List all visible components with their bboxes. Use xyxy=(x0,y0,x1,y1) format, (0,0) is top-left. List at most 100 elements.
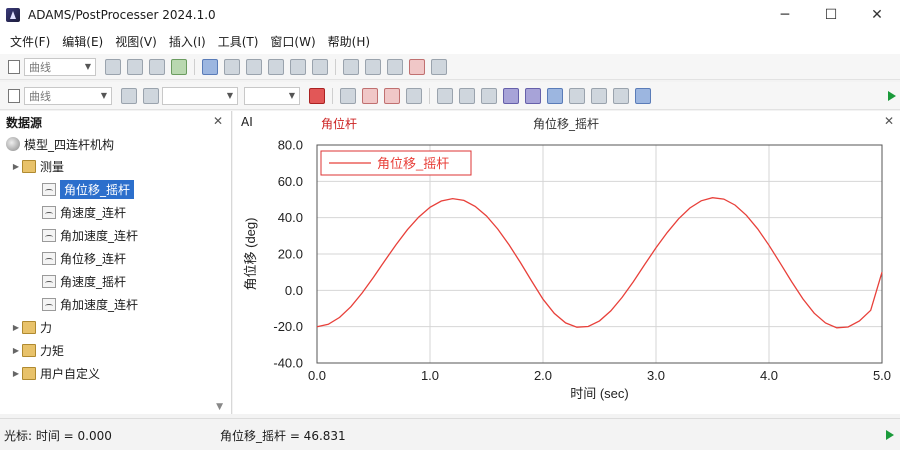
folder-icon xyxy=(22,366,36,380)
zoom-icon[interactable] xyxy=(224,58,240,75)
tree-item-label: 测量 xyxy=(40,159,65,174)
menu-help[interactable]: 帮助(H) xyxy=(322,30,376,54)
main-toolbar: 曲线 ▼ xyxy=(0,54,900,80)
tree-item-measure[interactable]: 角速度_连杆 xyxy=(42,201,126,223)
x-tick-label: 5.0 xyxy=(873,368,891,383)
x-axis-label: 时间 (sec) xyxy=(570,386,629,401)
animation-icon[interactable] xyxy=(312,58,328,75)
menu-file[interactable]: 文件(F) xyxy=(4,30,56,54)
menu-bar: 文件(F) 编辑(E) 视图(V) 插入(I) 工具(T) 窗口(W) 帮助(H… xyxy=(0,30,900,54)
tree-item-measure[interactable]: 角位移_连杆 xyxy=(42,247,126,269)
pointer-icon[interactable] xyxy=(121,87,137,104)
toolbar-combo-top-value: 曲线 xyxy=(29,60,51,74)
close-icon[interactable]: ✕ xyxy=(213,114,223,128)
toolbar-separator xyxy=(332,87,333,104)
tree-item-label: 力 xyxy=(40,320,53,335)
plot-icon[interactable] xyxy=(503,87,519,104)
brush-icon[interactable] xyxy=(409,58,425,75)
fit-icon[interactable] xyxy=(459,87,475,104)
reload-icon[interactable] xyxy=(547,87,563,104)
zoom-combo[interactable]: ▼ xyxy=(162,86,238,105)
toolbar-separator xyxy=(335,58,336,75)
clear-icon[interactable] xyxy=(384,87,400,104)
filter-icon[interactable] xyxy=(635,87,651,104)
panel-header: 数据源 ✕ xyxy=(0,111,231,133)
page-icon[interactable] xyxy=(246,58,262,75)
minimize-button[interactable]: ─ xyxy=(762,0,808,30)
x-tick-label: 2.0 xyxy=(534,368,552,383)
tree-item-measure-folder[interactable]: ▶ 测量 xyxy=(10,155,64,177)
panel-title: 数据源 xyxy=(6,115,43,130)
copy-icon[interactable] xyxy=(387,58,403,75)
export-icon[interactable] xyxy=(340,87,356,104)
chart[interactable]: 0.0 1.0 2.0 3.0 4.0 5.0 80.0 60.0 40.0 20.0 0.0 -20… xyxy=(233,111,900,414)
tree-item-label: 角加速度_连杆 xyxy=(60,228,139,243)
menu-edit[interactable]: 编辑(E) xyxy=(56,30,109,54)
refresh-icon[interactable] xyxy=(406,87,422,104)
play-icon[interactable] xyxy=(888,90,896,101)
clipboard-icon[interactable] xyxy=(431,58,447,75)
toolbar-separator xyxy=(429,87,430,104)
tree-item-label: 角速度_连杆 xyxy=(60,205,127,220)
tree-item-measure[interactable]: 角加速度_连杆 xyxy=(42,293,138,315)
curve-color-icon[interactable] xyxy=(309,87,325,104)
cut-icon[interactable] xyxy=(591,87,607,104)
y-tick-label: 40.0 xyxy=(278,210,303,225)
expand-icon[interactable]: ▶ xyxy=(10,323,22,332)
tree-item-label: 模型_四连杆机构 xyxy=(24,137,115,152)
close-button[interactable]: ✕ xyxy=(854,0,900,30)
tree-item-measure[interactable]: 角位移_摇杆 xyxy=(42,178,135,200)
tree-item-measure[interactable]: 角速度_摇杆 xyxy=(42,270,126,292)
plot-toolbar: 曲线 ▼ ▼ ▼ xyxy=(0,82,900,110)
target-icon[interactable] xyxy=(569,87,585,104)
delete-icon[interactable] xyxy=(362,87,378,104)
scroll-down-icon[interactable]: ▼ xyxy=(216,402,223,412)
legend-label: 角位移_摇杆 xyxy=(377,156,449,171)
folder-icon xyxy=(22,159,36,173)
chevron-down-icon: ▼ xyxy=(226,91,233,100)
tree-item-label: 用户自定义 xyxy=(40,366,101,381)
pan-icon[interactable] xyxy=(143,87,159,104)
curve-doc-icon[interactable] xyxy=(8,88,20,103)
play-icon[interactable] xyxy=(886,430,894,440)
save-icon[interactable] xyxy=(127,58,143,75)
chevron-down-icon: ▼ xyxy=(84,62,91,71)
table-icon[interactable] xyxy=(171,58,187,75)
menu-window[interactable]: 窗口(W) xyxy=(264,30,321,54)
collapse-icon[interactable]: ▶ xyxy=(10,162,22,171)
menu-view[interactable]: 视图(V) xyxy=(109,30,163,54)
grid-icon[interactable] xyxy=(268,58,284,75)
redo-icon[interactable] xyxy=(365,58,381,75)
rotate-icon[interactable] xyxy=(437,87,453,104)
toolbar-combo-top[interactable]: 曲线 ▼ xyxy=(24,57,96,76)
layers-icon[interactable] xyxy=(525,87,541,104)
layout-icon[interactable] xyxy=(202,58,218,75)
model-icon xyxy=(6,137,20,151)
cursor-readout: 光标: 时间 = 0.000 xyxy=(4,429,112,443)
undo-icon[interactable] xyxy=(343,58,359,75)
settings-icon[interactable] xyxy=(290,58,306,75)
data-source-panel: 数据源 ✕ 模型_四连杆机构 ▶ 测量 角位移_摇杆 角速度_连杆 角加速度_连… xyxy=(0,111,232,414)
print-icon[interactable] xyxy=(149,58,165,75)
view-icon[interactable] xyxy=(481,87,497,104)
new-document-icon[interactable] xyxy=(8,59,20,74)
y-tick-label: -20.0 xyxy=(273,319,303,334)
tree-item-measure[interactable]: 角加速度_连杆 xyxy=(42,224,138,246)
status-bar: 光标: 时间 = 0.000 角位移_摇杆 = 46.831 xyxy=(0,418,900,450)
menu-insert[interactable]: 插入(I) xyxy=(163,30,212,54)
tree-item-force-folder[interactable]: ▶ 力 xyxy=(10,316,52,338)
x-tick-label: 4.0 xyxy=(760,368,778,383)
expand-icon[interactable]: ▶ xyxy=(10,369,22,378)
expand-icon[interactable]: ▶ xyxy=(10,346,22,355)
window-controls: ─ ☐ ✕ xyxy=(762,0,900,30)
open-icon[interactable] xyxy=(105,58,121,75)
line-style-combo[interactable]: ▼ xyxy=(244,86,300,105)
document-icon[interactable] xyxy=(613,87,629,104)
tree-item-user-folder[interactable]: ▶ 用户自定义 xyxy=(10,362,100,384)
tree-item-model[interactable]: 模型_四连杆机构 xyxy=(6,133,114,155)
toolbar-combo-bottom[interactable]: 曲线 ▼ xyxy=(24,86,112,105)
toolbar-separator xyxy=(194,58,195,75)
maximize-button[interactable]: ☐ xyxy=(808,0,854,30)
menu-tools[interactable]: 工具(T) xyxy=(212,30,265,54)
tree-item-torque-folder[interactable]: ▶ 力矩 xyxy=(10,339,64,361)
